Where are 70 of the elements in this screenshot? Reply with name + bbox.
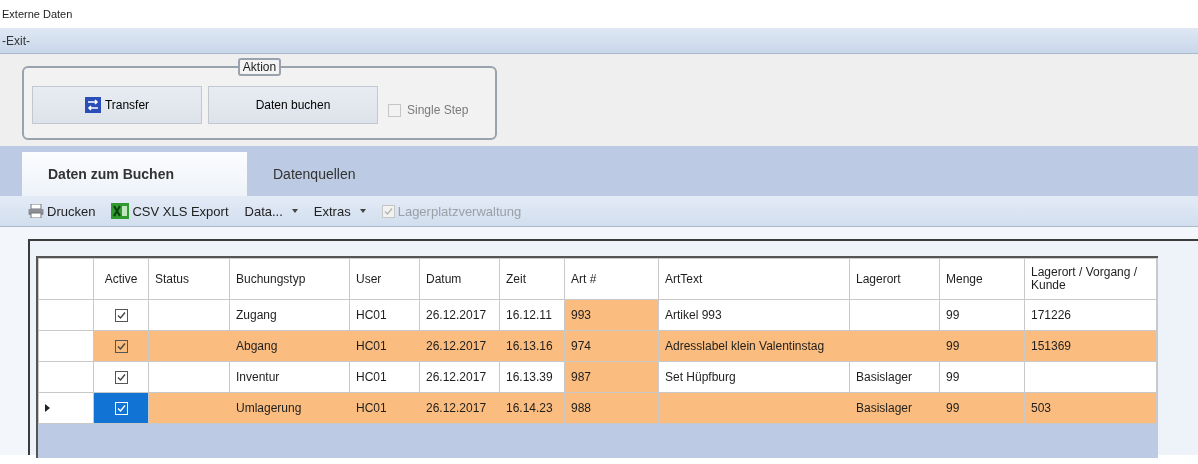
row-header[interactable] [38,330,94,362]
table-cell: 974 [564,330,659,362]
row-header [38,258,94,300]
column-header[interactable]: Active [93,258,149,300]
transfer-icon [84,97,101,113]
table-cell: HC01 [349,392,420,424]
caret-icon [359,209,366,213]
table-cell: 99 [939,361,1025,393]
column-header[interactable]: User [349,258,420,300]
table-cell: Set Hüpfburg [658,361,850,393]
spreadsheet-icon [111,203,130,219]
column-header[interactable]: Lagerort [849,258,940,300]
checkbox-label: Single Step [407,103,469,117]
table-cell: 16.14.23 [499,392,565,424]
column-header[interactable]: Datum [419,258,500,300]
table-cell: 99 [939,299,1025,331]
table-cell: Artikel 993 [658,299,850,331]
menu-item[interactable]: -Exit- [0,33,32,48]
window-title: Externe Daten [2,8,73,20]
export-button[interactable]: CSV XLS Export [111,203,229,219]
column-header[interactable]: Art # [564,258,659,300]
table-cell: 988 [564,392,659,424]
column-header[interactable]: Status [148,258,230,300]
checkbox[interactable] [114,309,128,323]
action-button[interactable]: Transfer [32,86,202,124]
dropdown-menu[interactable]: Data... [244,203,298,219]
tab[interactable]: Daten zum Buchen [22,152,247,196]
checkbox-label: Lagerplatzverwaltung [397,203,522,219]
tab[interactable]: Datenquellen [247,152,472,196]
table-cell: Adresslabel klein Valentinstag [658,330,850,362]
table-cell: 16.13.39 [499,361,565,393]
table-cell: 151369 [1024,330,1157,362]
print-button[interactable]: Drucken [28,203,96,219]
table-cell: 987 [564,361,659,393]
column-header[interactable]: ArtText [658,258,850,300]
table-cell: HC01 [349,330,420,362]
column-header[interactable]: Zeit [499,258,565,300]
table-cell: 26.12.2017 [419,330,500,362]
column-header[interactable]: Lagerort / Vorgang / Kunde [1024,258,1157,300]
table-cell: 503 [1024,392,1157,424]
table-cell: Basislager [849,361,940,393]
group-title: Aktion [237,58,282,76]
table-cell: Inventur [229,361,350,393]
table-cell: 26.12.2017 [419,361,500,393]
table-cell: Abgang [229,330,350,362]
table-cell: Basislager [849,392,940,424]
table-cell: 99 [939,330,1025,362]
table-cell: 993 [564,299,659,331]
checkbox[interactable] [114,371,128,385]
dropdown-menu[interactable]: Extras [313,203,366,219]
table-cell: 26.12.2017 [419,392,500,424]
row-header[interactable] [38,361,94,393]
column-header[interactable]: Menge [939,258,1025,300]
row-header[interactable] [38,392,94,424]
table-cell: 16.13.16 [499,330,565,362]
table-cell: 99 [939,392,1025,424]
column-header[interactable]: Buchungstyp [229,258,350,300]
action-button[interactable]: Daten buchen [208,86,378,124]
row-header[interactable] [38,299,94,331]
table-cell: HC01 [349,299,420,331]
caret-icon [291,209,298,213]
table-cell: Umlagerung [229,392,350,424]
table-cell: Zugang [229,299,350,331]
current-row-icon [45,404,50,412]
table-cell: 171226 [1024,299,1157,331]
printer-icon [28,204,44,218]
table-cell: 26.12.2017 [419,299,500,331]
checkbox[interactable] [114,340,128,354]
table-cell: HC01 [349,361,420,393]
table-cell: 16.12.11 [499,299,565,331]
